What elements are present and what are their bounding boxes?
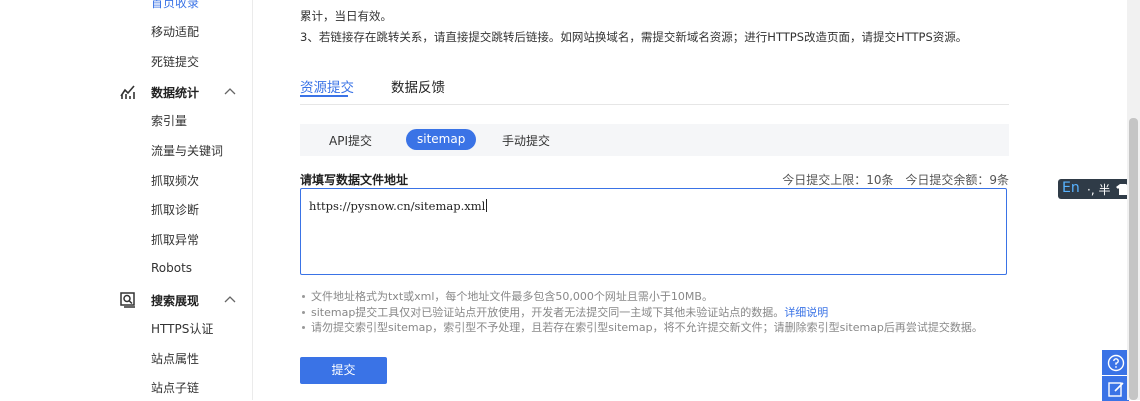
submit-button[interactable]: 提交 [300,357,387,384]
quota-limit: 今日提交上限：10条 [782,173,894,187]
sidebar-item-robots[interactable]: Robots [151,261,192,275]
sidebar-item-crawl-errors[interactable]: 抓取异常 [151,231,199,248]
scrollbar-thumb[interactable] [1129,118,1138,400]
help-button[interactable] [1102,350,1129,375]
sidebar-item-deadlink-submit[interactable]: 死链提交 [151,53,199,70]
ime-mode[interactable]: En [1062,180,1080,196]
field-label: 请填写数据文件地址 [300,173,409,187]
text-caret [486,199,488,212]
textarea-value: https://pysnow.cn/sitemap.xml [309,199,486,213]
tab-data-feedback[interactable]: 数据反馈 [391,76,445,96]
bullet-icon [302,326,305,329]
sidebar-group-search-display[interactable]: 搜索展现 [0,288,252,312]
hint-list: 文件地址格式为txt或xml，每个地址文件最多包含50,000个网址且需小于10… [300,289,983,336]
sidebar-group-stats[interactable]: 数据统计 [0,80,252,104]
subtab-manual[interactable]: 手动提交 [502,132,550,149]
chevron-up-icon [224,296,236,303]
tab-resource-submit[interactable]: 资源提交 [300,76,354,97]
feedback-button[interactable] [1102,376,1129,401]
subtab-sitemap[interactable]: sitemap [406,129,477,150]
sidebar-group-label: 数据统计 [151,86,200,100]
sidebar-item-site-attributes[interactable]: 站点属性 [151,350,199,367]
submit-method-tabs: API提交 sitemap 手动提交 [300,124,1009,156]
question-icon [1107,354,1124,371]
details-link[interactable]: 详细说明 [784,306,828,319]
hint-text: 请勿提交索引型sitemap，索引型不予处理，且若存在索引型sitemap，将不… [311,321,983,334]
edit-icon [1107,381,1124,397]
tab-label: 资源提交 [300,80,354,96]
hint-text: 文件地址格式为txt或xml，每个地址文件最多包含50,000个网址且需小于10… [311,290,713,303]
sidebar-item-crawl-frequency[interactable]: 抓取频次 [151,172,199,189]
main-content: 累计，当日有效。 3、若链接存在跳转关系，请直接提交跳转后链接。如网站换域名，需… [253,0,1123,400]
bullet-icon [302,295,305,298]
hint-item: sitemap提交工具仅对已验证站点开放使用，开发者无法提交同一主域下其他未验证… [300,305,983,321]
sidebar-item-https-cert[interactable]: HTTPS认证 [151,320,213,337]
hint-item: 文件地址格式为txt或xml，每个地址文件最多包含50,000个网址且需小于10… [300,289,983,305]
ime-options-text: ·, 半 [1087,183,1111,197]
sidebar-group-label: 搜索展现 [151,294,200,308]
sidebar-item-crawl-diagnosis[interactable]: 抓取诊断 [151,201,199,218]
search-display-icon [120,292,135,308]
sidebar: 首页收录 移动适配 死链提交 数据统计 索引量 流量与关键词 抓取频次 抓取诊断… [0,0,253,400]
hint-text: sitemap提交工具仅对已验证站点开放使用，开发者无法提交同一主域下其他未验证… [311,305,785,319]
bullet-icon [302,310,305,314]
sidebar-item-index-volume[interactable]: 索引量 [151,112,187,129]
quota-remaining: 今日提交余额：9条 [905,173,1009,187]
ime-options[interactable]: ·, 半 [1087,181,1131,198]
note-line-1: 累计，当日有效。 [300,9,392,23]
hint-item: 请勿提交索引型sitemap，索引型不予处理，且若存在索引型sitemap，将不… [300,320,983,336]
sidebar-item-traffic-keywords[interactable]: 流量与关键词 [151,142,223,159]
sidebar-item-mobile-adaptation[interactable]: 移动适配 [151,23,199,40]
tab-active-indicator [300,95,348,97]
scrollbar[interactable] [1127,0,1140,400]
sidebar-item-site-sublinks[interactable]: 站点子链 [151,379,199,396]
quota-info: 今日提交上限：10条 今日提交余额：9条 [782,171,1009,188]
note-line-2: 3、若链接存在跳转关系，请直接提交跳转后链接。如网站换域名，需提交新域名资源；进… [300,30,968,44]
chart-icon [120,85,135,99]
sitemap-url-textarea[interactable]: https://pysnow.cn/sitemap.xml [300,188,1007,275]
subtab-api[interactable]: API提交 [329,132,372,149]
chevron-up-icon [224,88,236,95]
sidebar-item-index-inclusion[interactable]: 首页收录 [151,0,199,11]
tab-bar: 资源提交 数据反馈 [300,72,1009,105]
